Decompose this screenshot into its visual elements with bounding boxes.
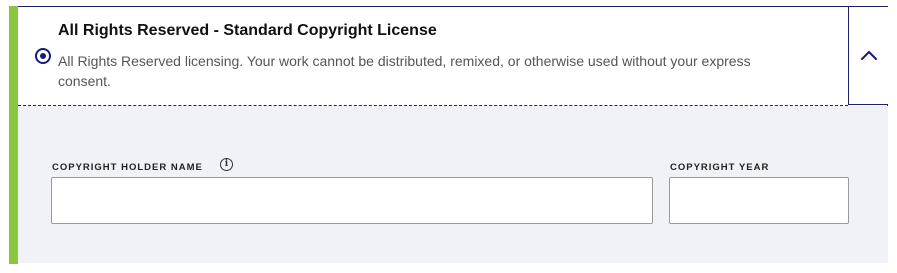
- license-radio-button[interactable]: [35, 48, 51, 64]
- license-details-panel: COPYRIGHT HOLDER NAME i COPYRIGHT YEAR: [18, 106, 888, 263]
- copyright-year-input[interactable]: [669, 177, 849, 224]
- selected-accent-bar: [9, 6, 18, 264]
- license-description: All Rights Reserved licensing. Your work…: [58, 53, 751, 89]
- license-option-card: All Rights Reserved - Standard Copyright…: [9, 6, 888, 264]
- license-option-header[interactable]: All Rights Reserved - Standard Copyright…: [18, 7, 848, 106]
- collapse-toggle-button[interactable]: [848, 7, 888, 105]
- copyright-holder-input[interactable]: [51, 177, 653, 224]
- copyright-year-label: COPYRIGHT YEAR: [670, 162, 770, 173]
- license-title: All Rights Reserved - Standard Copyright…: [58, 22, 437, 39]
- chevron-up-icon: [860, 51, 877, 60]
- copyright-holder-label: COPYRIGHT HOLDER NAME: [52, 162, 203, 173]
- radio-selected-dot: [40, 53, 46, 59]
- info-icon[interactable]: i: [220, 158, 233, 171]
